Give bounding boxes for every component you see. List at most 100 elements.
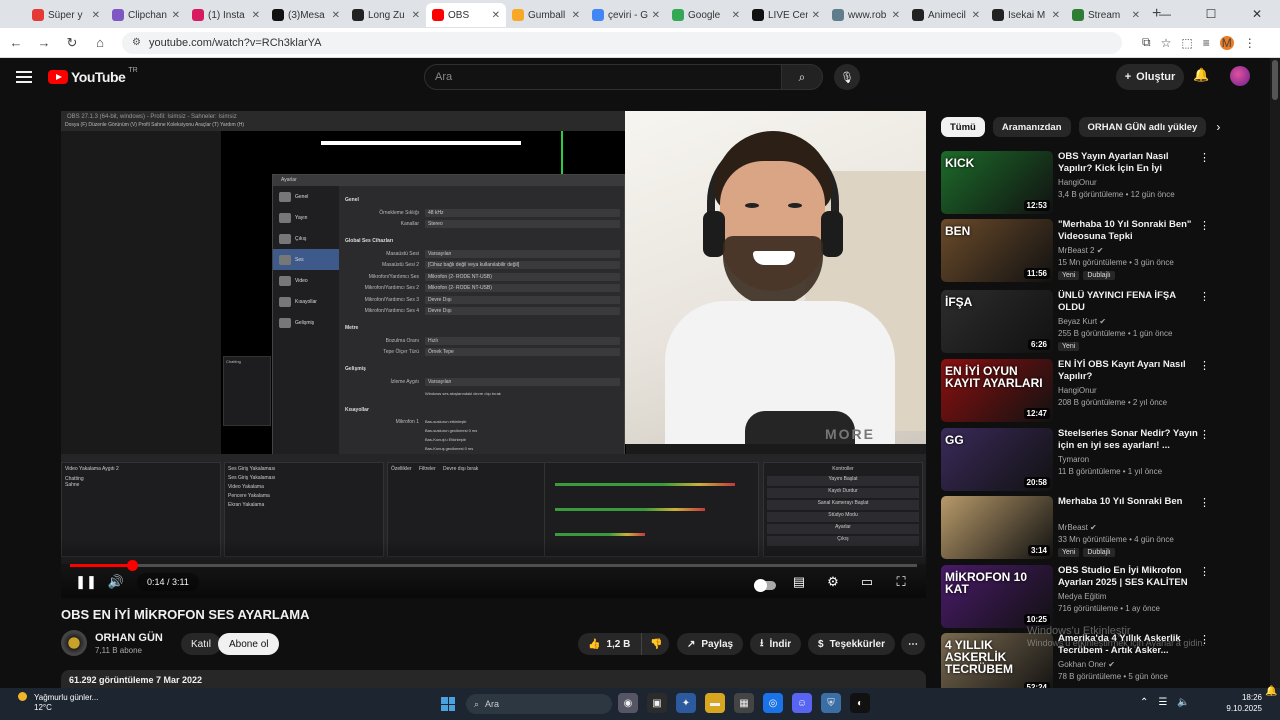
volume-icon[interactable]: 🔊 bbox=[101, 571, 131, 593]
controls-dock-button[interactable]: Sanal Kamerayı Başlat bbox=[767, 500, 919, 510]
tab-close-icon[interactable]: ✕ bbox=[1132, 10, 1140, 21]
url-field[interactable]: ⚙ youtube.com/watch?v=RCh3klarYA bbox=[122, 31, 1122, 54]
share-button[interactable]: ↗ Paylaş bbox=[677, 633, 744, 655]
advanced-checkbox-row[interactable]: Windows ses akışlarındaki devre dışı bır… bbox=[345, 388, 620, 400]
search-input[interactable]: Ara bbox=[424, 64, 782, 90]
subscribe-button[interactable]: Abone ol bbox=[218, 633, 280, 655]
recommended-title[interactable]: "Merhaba 10 Yıl Sonraki Ben" Videosuna T… bbox=[1058, 219, 1198, 243]
browser-tab[interactable]: Google ✕ bbox=[666, 3, 746, 27]
pause-icon[interactable]: ❚❚ bbox=[71, 571, 101, 593]
video-menu-icon[interactable]: ⋮ bbox=[1199, 219, 1210, 232]
channel-name[interactable]: ORHAN GÜN bbox=[95, 632, 163, 644]
recommended-title[interactable]: Steelseries Sonar Nedir? Yayın için en i… bbox=[1058, 428, 1198, 452]
forward-icon[interactable]: → bbox=[32, 31, 56, 55]
task-view-icon[interactable]: ▣ bbox=[647, 693, 667, 713]
tab-close-icon[interactable]: ✕ bbox=[252, 10, 260, 21]
scene-sahne[interactable]: Sahne bbox=[65, 482, 217, 488]
filter-chip[interactable]: ORHAN GÜN adlı yükley bbox=[1078, 117, 1207, 137]
settings-sidebar-item[interactable]: Video bbox=[273, 270, 339, 291]
video-progress-bar[interactable] bbox=[70, 560, 917, 571]
video-thumbnail[interactable]: BEN 11:56 bbox=[941, 219, 1053, 282]
filter-chip[interactable]: Tümü bbox=[941, 117, 985, 137]
search-button[interactable]: ⌕ bbox=[781, 64, 823, 90]
hotkey-row[interactable]: Mikrofon 1 Bas-susturun etkinleştir bbox=[345, 417, 620, 426]
video-thumbnail[interactable]: MİKROFON 10 KAT 10:25 bbox=[941, 565, 1053, 628]
back-icon[interactable]: ← bbox=[4, 31, 28, 55]
recommended-title[interactable]: EN İYİ OBS Kayıt Ayarı Nasıl Yapılır? bbox=[1058, 359, 1198, 383]
settings-row[interactable]: İzleme Aygıtı Varsayılan bbox=[345, 376, 620, 388]
settings-row-dropdown[interactable]: Devre Dışı bbox=[425, 295, 620, 304]
recommended-channel[interactable]: MrBeast 2 bbox=[1058, 246, 1094, 255]
settings-row[interactable]: Masaüstü Sesi Varsayılan bbox=[345, 248, 620, 260]
source-item[interactable]: Video Yakalama bbox=[228, 484, 380, 493]
settings-row-dropdown[interactable]: Hızlı bbox=[425, 336, 620, 345]
subtitles-icon[interactable]: ▤ bbox=[784, 571, 814, 593]
tray-chevron-icon[interactable]: ⌃ bbox=[1140, 697, 1148, 708]
browser-tab[interactable]: (1) Insta ✕ bbox=[186, 3, 266, 27]
recommended-channel[interactable]: Medya Eğitim bbox=[1058, 592, 1106, 601]
hotkey-row[interactable]: Bas-Konuş gecikmesi 0 ms bbox=[345, 444, 620, 453]
settings-gear-icon[interactable]: ⚙ bbox=[818, 571, 848, 593]
bookmark-star-icon[interactable]: ☆ bbox=[1161, 36, 1172, 50]
settings-row[interactable]: Bozulma Oranı Hızlı bbox=[345, 335, 620, 347]
settings-row-dropdown[interactable]: Mikrofon (2- RODE NT-USB) bbox=[425, 272, 620, 281]
page-scrollbar-thumb[interactable] bbox=[1272, 60, 1278, 100]
dislike-button[interactable]: 👎 bbox=[641, 633, 669, 655]
hotkey-row[interactable]: Bas-Konuş'u Etkinleştir bbox=[345, 435, 620, 444]
video-menu-icon[interactable]: ⋮ bbox=[1199, 359, 1210, 372]
browser-tab[interactable]: OBS ✕ bbox=[426, 3, 506, 27]
copilot-icon[interactable]: ✦ bbox=[676, 693, 696, 713]
tab-close-icon[interactable]: ✕ bbox=[572, 10, 580, 21]
browser-tab[interactable]: Isekai M ✕ bbox=[986, 3, 1066, 27]
recommended-channel[interactable]: MrBeast bbox=[1058, 523, 1088, 532]
video-player[interactable]: OBS 27.1.3 (64-bit, windows) - Profil: I… bbox=[61, 111, 926, 598]
browser-tab[interactable]: Gumball ✕ bbox=[506, 3, 586, 27]
settings-row[interactable]: Mikrofon/Yardımcı Ses 2 Mikrofon (2- RODE… bbox=[345, 283, 620, 295]
filters-button[interactable]: Filtreler bbox=[419, 466, 436, 472]
more-actions-button[interactable]: ⋯ bbox=[901, 633, 925, 655]
source-item[interactable]: Pencere Yakalama bbox=[228, 493, 380, 502]
settings-sidebar-item[interactable]: Çıkış bbox=[273, 228, 339, 249]
browser-tab[interactable]: LIVE Cen ✕ bbox=[746, 3, 826, 27]
settings-row-dropdown[interactable]: Devre Dışı bbox=[425, 307, 620, 316]
profile-avatar[interactable]: M bbox=[1219, 35, 1234, 50]
settings-row-dropdown[interactable]: Varsayılan bbox=[425, 377, 620, 386]
controls-dock-button[interactable]: Ayarlar bbox=[767, 524, 919, 534]
video-scrubber[interactable] bbox=[126, 560, 138, 571]
extensions-icon[interactable]: ⬚ bbox=[1181, 36, 1192, 50]
tab-close-icon[interactable]: ✕ bbox=[972, 10, 980, 21]
filter-chip[interactable]: Aramanızdan bbox=[992, 117, 1071, 137]
minimize-button[interactable]: — bbox=[1142, 0, 1188, 28]
weather-widget[interactable]: Yağmurlu günler... 12°C bbox=[34, 693, 98, 713]
notification-bell-icon[interactable]: 🔔 bbox=[1265, 686, 1277, 697]
page-scrollbar[interactable] bbox=[1270, 58, 1280, 688]
browser-tab[interactable]: Stream ✕ bbox=[1066, 3, 1146, 27]
settings-row[interactable]: Kanallar Stereo bbox=[345, 219, 620, 231]
menu-icon[interactable] bbox=[16, 71, 32, 83]
video-menu-icon[interactable]: ⋮ bbox=[1199, 496, 1210, 509]
chrome-icon[interactable]: ◎ bbox=[763, 693, 783, 713]
browser-menu-icon[interactable]: ⋮ bbox=[1244, 36, 1256, 50]
tab-close-icon[interactable]: ✕ bbox=[492, 10, 500, 21]
settings-row[interactable]: Tepe Ölçer Türü Örnek Tepe bbox=[345, 347, 620, 359]
recommended-video[interactable]: BEN 11:56 "Merhaba 10 Yıl Sonraki Ben" Vid… bbox=[941, 219, 1271, 282]
recommended-title[interactable]: Merhaba 10 Yıl Sonraki Ben bbox=[1058, 496, 1198, 508]
home-icon[interactable]: ⌂ bbox=[88, 31, 112, 55]
controls-dock-button[interactable]: Kaydı Durdur bbox=[767, 488, 919, 498]
tab-close-icon[interactable]: ✕ bbox=[92, 10, 100, 21]
browser-tab[interactable]: (3)Mesa ✕ bbox=[266, 3, 346, 27]
taskbar-search[interactable]: ⌕ Ara bbox=[466, 694, 612, 714]
video-menu-icon[interactable]: ⋮ bbox=[1199, 428, 1210, 441]
tab-close-icon[interactable]: ✕ bbox=[892, 10, 900, 21]
theater-mode-icon[interactable]: ▭ bbox=[852, 571, 882, 593]
tab-close-icon[interactable]: ✕ bbox=[812, 10, 820, 21]
weather-icon[interactable] bbox=[18, 692, 27, 701]
browser-tab[interactable]: çeviri - G ✕ bbox=[586, 3, 666, 27]
browser-tab[interactable]: Süper y ✕ bbox=[26, 3, 106, 27]
recommended-video[interactable]: İFŞA 6:26 ÜNLÜ YAYINCI FENA İFŞA OLDU Beyaz… bbox=[941, 290, 1271, 353]
settings-sidebar-item[interactable]: Genel bbox=[273, 186, 339, 207]
source-item[interactable]: Ses Giriş Yakalaması bbox=[228, 466, 380, 475]
settings-row[interactable]: Örnekleme Sıklığı 48 kHz bbox=[345, 207, 620, 219]
settings-sidebar-item[interactable]: Yayın bbox=[273, 207, 339, 228]
file-explorer-icon[interactable]: ▬ bbox=[705, 693, 725, 713]
